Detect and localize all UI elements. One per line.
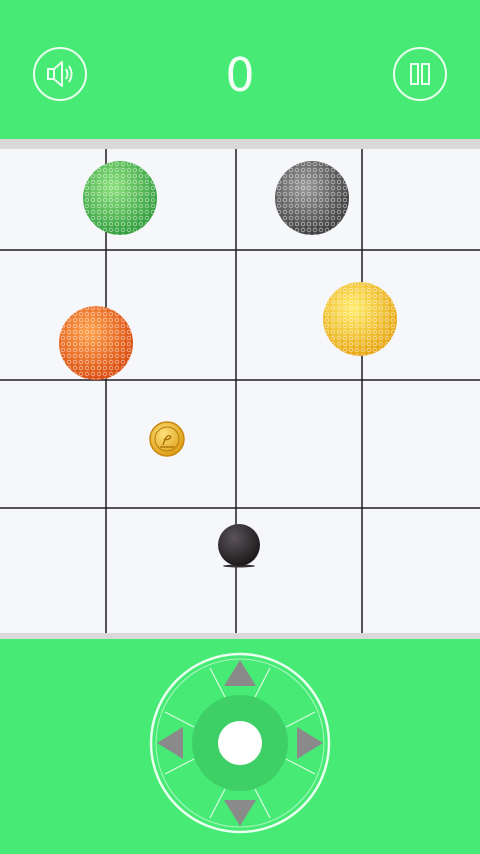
top-bar: 0 [0,0,480,140]
gray-ball [275,161,349,235]
yellow-ball [323,282,397,356]
board-canvas [0,149,480,633]
pause-icon [410,63,430,85]
player-ball [218,524,260,568]
sound-button[interactable] [33,47,87,101]
game-board[interactable] [0,149,480,633]
arrow-up-icon[interactable] [224,660,256,686]
speaker-icon [47,61,73,87]
pause-button[interactable] [393,47,447,101]
center-button-icon[interactable] [218,721,262,765]
orange-ball [59,306,133,380]
coin-icon [149,421,185,457]
green-ball [83,161,157,235]
dpad [149,652,331,834]
arrow-left-icon[interactable] [157,727,183,759]
arrow-right-icon[interactable] [297,727,323,759]
score-display: 0 [225,48,255,102]
arrow-down-icon[interactable] [224,800,256,826]
control-panel [0,640,480,854]
